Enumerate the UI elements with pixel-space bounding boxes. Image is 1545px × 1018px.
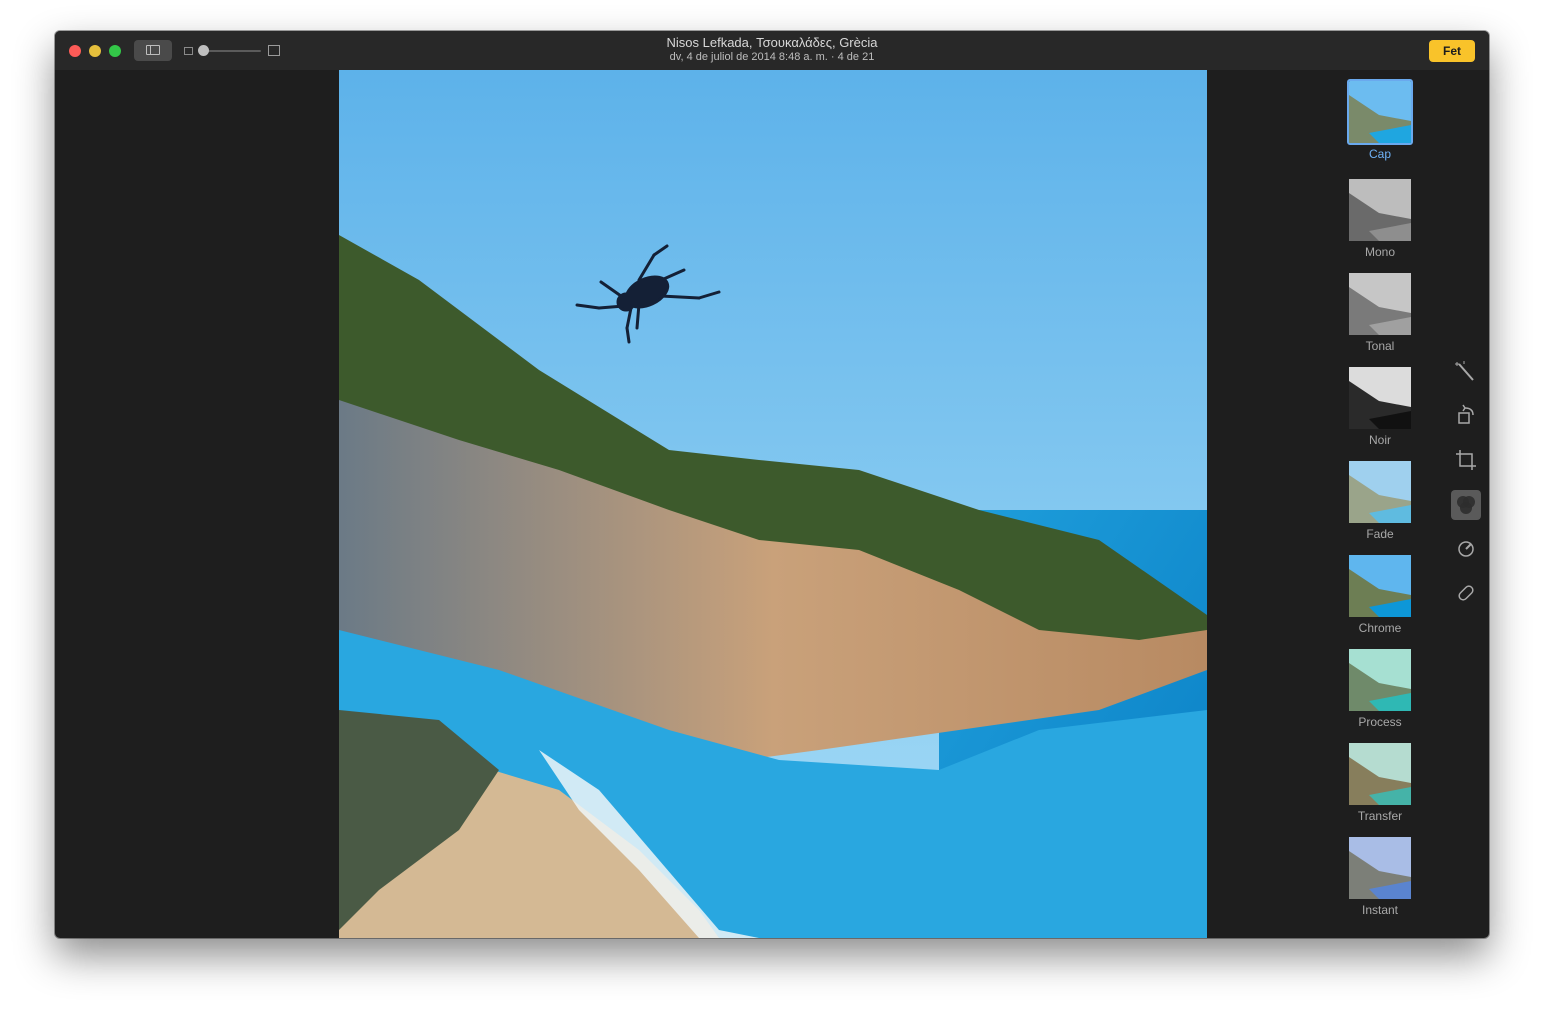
filter-instant[interactable]: Instant (1340, 837, 1420, 927)
filter-label: Fade (1366, 527, 1394, 541)
title-bar: Nisos Lefkada, Τσουκαλάδες, Grècia dv, 4… (55, 31, 1489, 70)
filter-transfer[interactable]: Transfer (1340, 743, 1420, 833)
filter-fade[interactable]: Fade (1340, 461, 1420, 551)
filter-label: Tonal (1365, 339, 1395, 353)
crop-icon[interactable] (1447, 444, 1485, 478)
thumb-cap (1349, 81, 1411, 143)
filter-cap[interactable]: Cap (1340, 79, 1420, 171)
filter-process[interactable]: Process (1340, 649, 1420, 739)
magic-wand-icon[interactable] (1447, 356, 1485, 390)
landscape-photo (339, 70, 1207, 938)
filter-thumbnail (1347, 79, 1413, 145)
filter-label: Noir (1368, 433, 1391, 447)
filter-thumbnail (1349, 837, 1411, 899)
thumb-fade (1349, 461, 1411, 523)
filter-tonal[interactable]: Tonal (1340, 273, 1420, 363)
filter-label: Transfer (1357, 809, 1403, 823)
window-title-block: Nisos Lefkada, Τσουκαλάδες, Grècia dv, 4… (55, 35, 1489, 64)
rotate-icon[interactable] (1447, 400, 1485, 434)
filter-label: Mono (1364, 245, 1396, 259)
filter-chrome[interactable]: Chrome (1340, 555, 1420, 645)
photo-date-subtitle: dv, 4 de juliol de 2014 8:48 a. m. · 4 d… (669, 51, 875, 63)
filter-label: Instant (1361, 903, 1399, 917)
filter-thumbnail (1349, 743, 1411, 805)
thumb-mono (1349, 179, 1411, 241)
thumb-chrome (1349, 555, 1411, 617)
thumb-instant (1349, 837, 1411, 899)
thumb-noir (1349, 367, 1411, 429)
filter-thumbnail (1349, 555, 1411, 617)
thumb-tonal (1349, 273, 1411, 335)
photo-canvas[interactable] (339, 70, 1207, 938)
retouch-icon[interactable] (1447, 576, 1485, 610)
photo-location-title: Nisos Lefkada, Τσουκαλάδες, Grècia (666, 35, 878, 50)
filter-mono[interactable]: Mono (1340, 179, 1420, 269)
filters-icon[interactable] (1451, 490, 1481, 520)
filter-label: Chrome (1358, 621, 1402, 635)
filter-noir[interactable]: Noir (1340, 367, 1420, 457)
photos-edit-window: Nisos Lefkada, Τσουκαλάδες, Grècia dv, 4… (55, 31, 1489, 938)
filter-thumbnail (1349, 273, 1411, 335)
adjust-icon[interactable] (1447, 532, 1485, 566)
done-button[interactable]: Fet (1429, 40, 1475, 62)
filter-thumbnail (1349, 367, 1411, 429)
thumb-process (1349, 649, 1411, 711)
filter-thumbnail (1349, 179, 1411, 241)
thumb-transfer (1349, 743, 1411, 805)
filter-label: Cap (1368, 147, 1391, 161)
filter-label: Process (1358, 715, 1402, 729)
filter-thumbnail (1349, 649, 1411, 711)
filter-thumbnail (1349, 461, 1411, 523)
